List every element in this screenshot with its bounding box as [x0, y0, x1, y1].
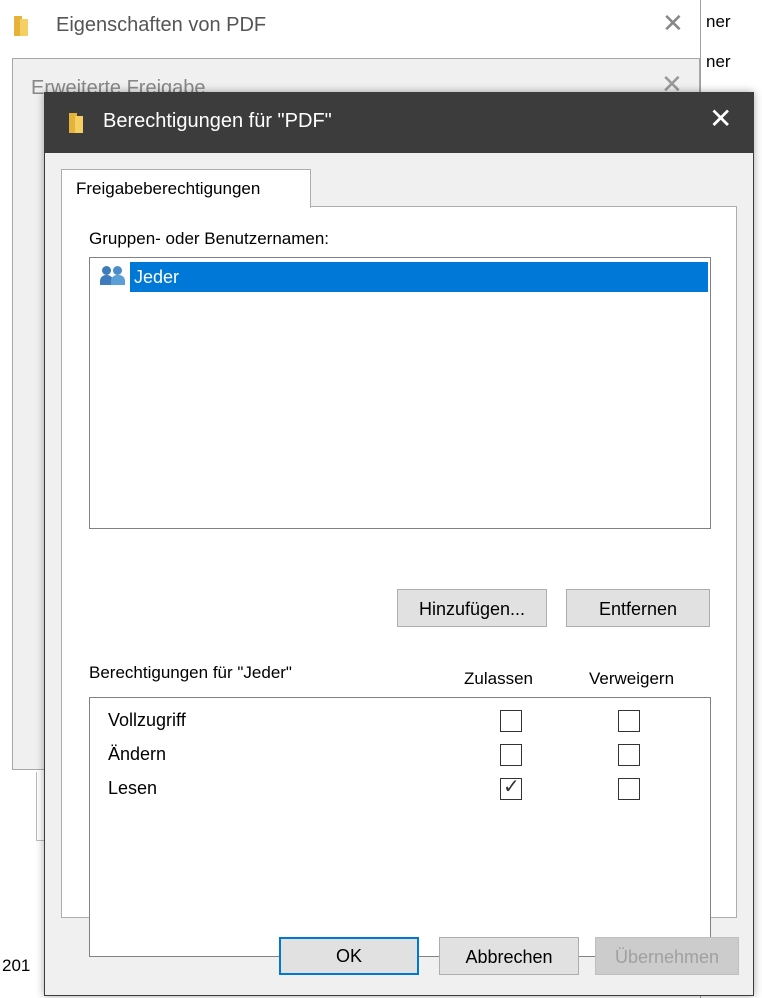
dialog-title: Berechtigungen für "PDF"	[103, 110, 332, 132]
tab-share-permissions[interactable]: Freigabeberechtigungen	[61, 169, 311, 208]
permission-name: Ändern	[108, 744, 167, 764]
groups-label: Gruppen- oder Benutzernamen:	[89, 229, 330, 248]
permission-name: Vollzugriff	[108, 710, 186, 730]
close-icon[interactable]: ✕	[709, 105, 732, 133]
folder-icon	[69, 113, 83, 133]
allow-column-header: Zulassen	[464, 669, 533, 688]
permissions-dialog: Berechtigungen für "PDF" ✕ Freigabeberec…	[44, 92, 754, 996]
users-group-icon	[100, 265, 130, 289]
tab-panel: Gruppen- oder Benutzernamen: Jeder Hinzu…	[61, 206, 737, 957]
apply-button[interactable]: Übernehmen	[595, 937, 739, 975]
deny-checkbox[interactable]	[618, 778, 640, 800]
add-button[interactable]: Hinzufügen...	[397, 589, 547, 627]
dialog-titlebar[interactable]: Berechtigungen für "PDF" ✕	[45, 93, 753, 153]
allow-checkbox[interactable]	[500, 744, 522, 766]
selection-highlight	[130, 262, 708, 292]
permissions-list: Vollzugriff Ändern Lesen ✓	[89, 697, 711, 957]
permission-row-full-control: Vollzugriff	[90, 704, 710, 738]
tab-label: Freigabeberechtigungen	[76, 179, 261, 198]
background-text: ner	[706, 12, 731, 31]
properties-window-title: Eigenschaften von PDF	[56, 14, 267, 36]
permissions-label: Berechtigungen für "Jeder"	[89, 663, 292, 682]
users-listbox[interactable]: Jeder	[89, 257, 711, 529]
allow-checkbox[interactable]	[500, 710, 522, 732]
list-item-jeder[interactable]: Jeder	[100, 262, 710, 292]
permission-name: Lesen	[108, 778, 158, 798]
permission-row-change: Ändern	[90, 738, 710, 772]
ok-button[interactable]: OK	[279, 937, 419, 975]
permission-row-read: Lesen ✓	[90, 772, 710, 806]
close-icon[interactable]: ✕	[662, 8, 684, 39]
cancel-button[interactable]: Abbrechen	[439, 937, 579, 975]
user-name: Jeder	[134, 267, 180, 287]
checkmark-icon: ✓	[503, 776, 520, 798]
deny-column-header: Verweigern	[589, 669, 675, 688]
background-text: ner	[706, 52, 731, 71]
deny-checkbox[interactable]	[618, 744, 640, 766]
background-text: 201	[2, 956, 31, 975]
remove-button[interactable]: Entfernen	[566, 589, 710, 627]
deny-checkbox[interactable]	[618, 710, 640, 732]
allow-checkbox[interactable]: ✓	[500, 776, 522, 800]
folder-icon	[14, 16, 28, 36]
